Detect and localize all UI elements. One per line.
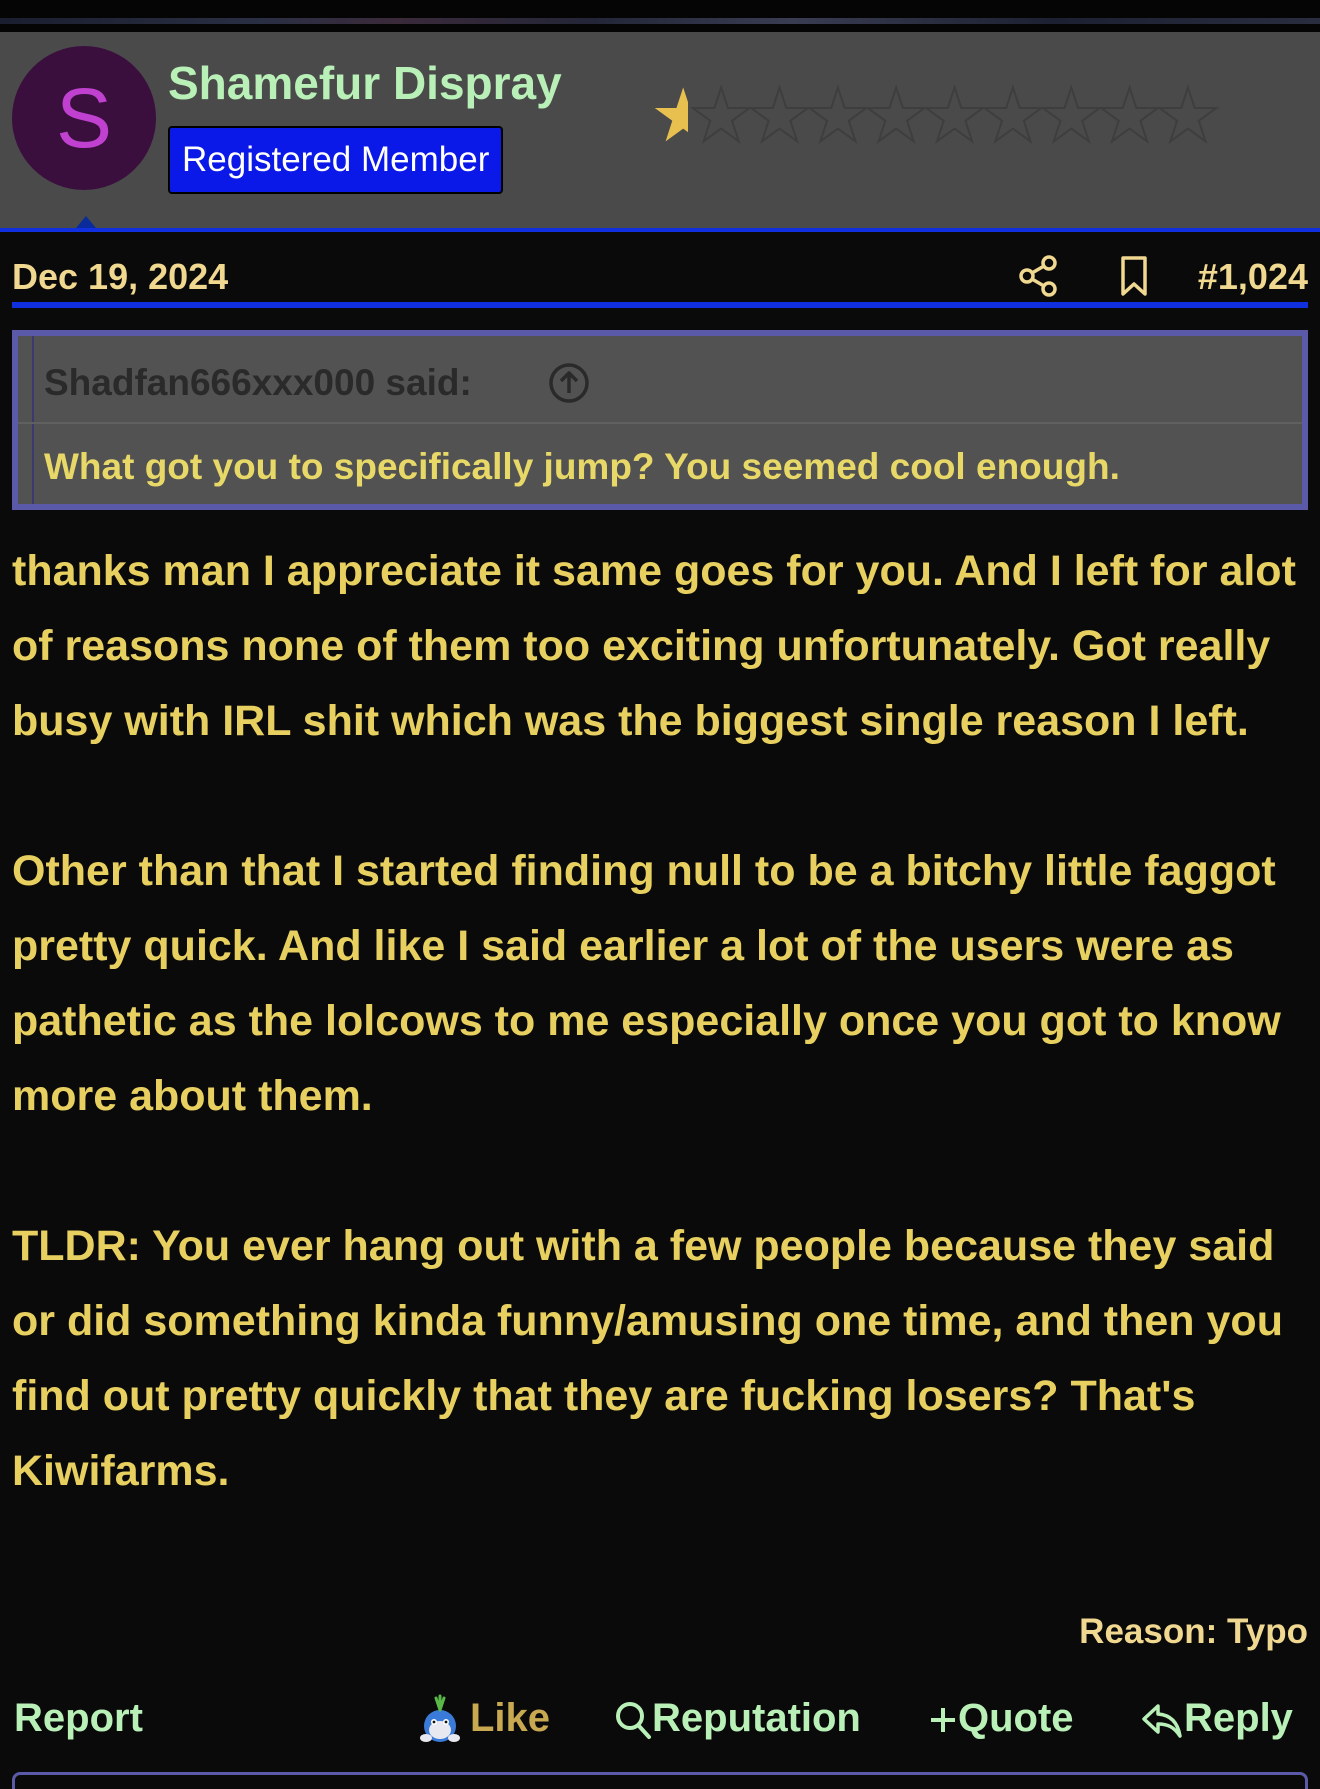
post-body: thanks man I appreciate it same goes for…: [12, 534, 1308, 1509]
plus-icon: [931, 1708, 955, 1733]
star-icon: ★: [979, 74, 1047, 157]
star-icon: ★: [1095, 74, 1163, 157]
star-icon: ★: [804, 74, 872, 157]
avatar-pointer: [76, 216, 96, 228]
user-rating-stars: ★ ★ ★ ★ ★ ★ ★ ★ ★ ★: [650, 66, 1310, 166]
star-icon: ★: [862, 74, 930, 157]
like-label: Like: [470, 1696, 551, 1740]
reputation-button[interactable]: Reputation: [614, 1690, 861, 1746]
arrow-up-circle-icon[interactable]: [548, 362, 590, 404]
quote-block: Shadfan666xxx000 said: What got you to s…: [12, 330, 1308, 510]
bookmark-icon[interactable]: [1116, 254, 1152, 298]
quote-author[interactable]: Shadfan666xxx000 said:: [44, 362, 472, 404]
reputation-label: Reputation: [652, 1696, 861, 1740]
edit-reason: Reason: Typo: [1079, 1612, 1308, 1651]
page-banner: [0, 0, 1320, 32]
avatar[interactable]: S: [12, 46, 156, 190]
star-icon: ★: [920, 74, 988, 157]
role-badge: Registered Member: [168, 126, 504, 194]
reply-arrow-icon: [1142, 1704, 1182, 1739]
report-button[interactable]: Report: [14, 1690, 143, 1746]
post-meta-bar: Dec 19, 2024 #1,024: [12, 248, 1308, 308]
quote-label: Quote: [958, 1696, 1074, 1740]
username-link[interactable]: Shamefur Dispray: [168, 56, 562, 110]
post-paragraph: Other than that I started finding null t…: [12, 847, 1281, 1120]
like-button[interactable]: Like: [416, 1690, 550, 1748]
star-icon-half: ★: [650, 79, 688, 153]
post-number-link[interactable]: #1,024: [1198, 256, 1308, 298]
report-label: Report: [14, 1696, 143, 1740]
star-icon: ★: [1037, 74, 1105, 157]
mascot-icon: [420, 1694, 460, 1743]
quote-text: What got you to specifically jump? You s…: [44, 446, 1120, 487]
star-icon: ★: [1154, 74, 1222, 157]
quote-button[interactable]: Quote: [928, 1690, 1074, 1746]
share-icon[interactable]: [1016, 254, 1060, 298]
reply-label: Reply: [1184, 1696, 1293, 1740]
star-icon: ★: [745, 74, 813, 157]
quote-header: Shadfan666xxx000 said:: [18, 336, 1302, 424]
reply-button[interactable]: Reply: [1140, 1690, 1293, 1746]
user-header: S Shamefur Dispray Registered Member ★ ★…: [0, 32, 1320, 232]
next-post-edge: [12, 1772, 1308, 1789]
search-icon: [616, 1702, 651, 1740]
post-actions: Report Like Reputation Quote Reply: [0, 1690, 1320, 1750]
post-paragraph: thanks man I appreciate it same goes for…: [12, 547, 1296, 745]
star-icon: ★: [687, 74, 755, 157]
post-paragraph: TLDR: You ever hang out with a few peopl…: [12, 1222, 1283, 1495]
post-date-link[interactable]: Dec 19, 2024: [12, 256, 228, 298]
